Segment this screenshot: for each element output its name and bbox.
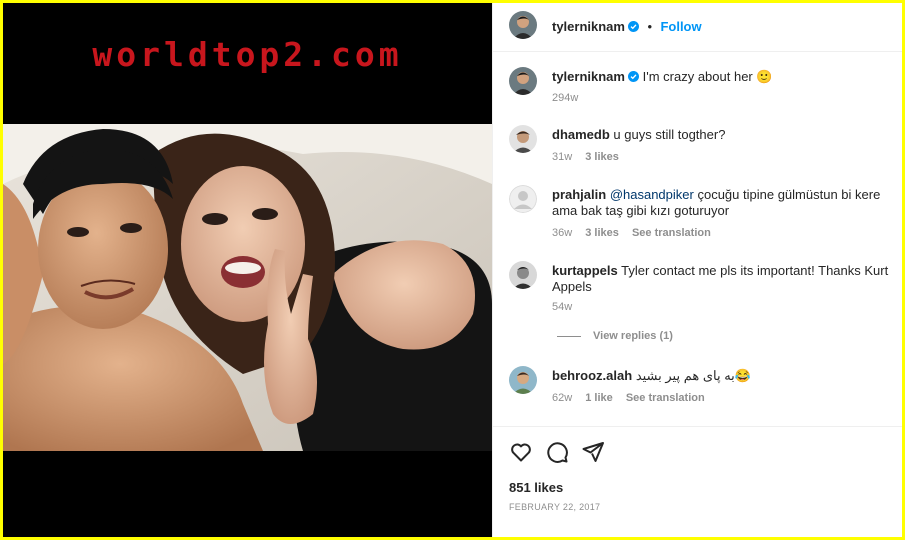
- avatar[interactable]: [509, 185, 537, 213]
- comment-text: به پای هم پیر بشید😂: [635, 368, 751, 383]
- follow-button[interactable]: Follow: [660, 19, 701, 34]
- verified-icon: [627, 21, 639, 32]
- avatar[interactable]: [509, 11, 537, 39]
- replies-divider: [557, 335, 581, 337]
- comment-icon[interactable]: [545, 440, 569, 464]
- avatar[interactable]: [509, 67, 537, 95]
- caption-body: I'm crazy about her 🙂: [642, 69, 773, 84]
- verified-icon: [627, 71, 639, 82]
- comment-text: u guys still togther?: [613, 127, 726, 142]
- comment-username[interactable]: behrooz.alah: [552, 368, 632, 383]
- comment-username[interactable]: kurtappels: [552, 263, 618, 278]
- post-sidebar: tylerniknam • Follow tylerniknam I'm cra…: [492, 3, 902, 537]
- view-replies-button[interactable]: View replies (1): [557, 330, 673, 342]
- view-replies-label: View replies (1): [593, 330, 673, 342]
- watermark-text: worldtop2.com: [92, 35, 403, 74]
- comment-likes[interactable]: 1 like: [585, 392, 613, 404]
- avatar[interactable]: [509, 125, 537, 153]
- avatar[interactable]: [509, 261, 537, 289]
- comment-likes[interactable]: 3 likes: [585, 151, 619, 163]
- caption-meta: 294w: [552, 92, 588, 104]
- post-date[interactable]: FEBRUARY 22, 2017: [509, 502, 600, 512]
- caption-time[interactable]: 294w: [552, 92, 578, 104]
- caption-username[interactable]: tylerniknam: [552, 69, 625, 84]
- comment-likes[interactable]: 3 likes: [585, 227, 619, 239]
- post-photo: [3, 124, 492, 451]
- comment-username[interactable]: prahjalin: [552, 187, 606, 202]
- caption-text: tylerniknam I'm crazy about her 🙂: [552, 69, 902, 85]
- share-icon[interactable]: [581, 440, 605, 464]
- likes-count[interactable]: 851 likes: [509, 480, 563, 495]
- comment-time[interactable]: 36w: [552, 227, 572, 239]
- comment-time[interactable]: 31w: [552, 151, 572, 163]
- header-username[interactable]: tylerniknam: [552, 19, 625, 34]
- see-translation-link[interactable]: See translation: [626, 392, 705, 404]
- post-frame: worldtop2.com tylerniknam • Follow tyler…: [3, 3, 902, 537]
- see-translation-link[interactable]: See translation: [632, 227, 711, 239]
- post-header: tylerniknam • Follow: [493, 3, 902, 52]
- comment-username[interactable]: dhamedb: [552, 127, 610, 142]
- comment-time[interactable]: 54w: [552, 301, 572, 313]
- post-actions: 851 likes FEBRUARY 22, 2017: [493, 426, 902, 530]
- comment-time[interactable]: 62w: [552, 392, 572, 404]
- comment-mention[interactable]: @hasandpiker: [610, 187, 694, 202]
- header-separator: •: [647, 19, 652, 34]
- heart-icon[interactable]: [509, 440, 533, 464]
- avatar[interactable]: [509, 366, 537, 394]
- post-media[interactable]: worldtop2.com: [3, 3, 492, 537]
